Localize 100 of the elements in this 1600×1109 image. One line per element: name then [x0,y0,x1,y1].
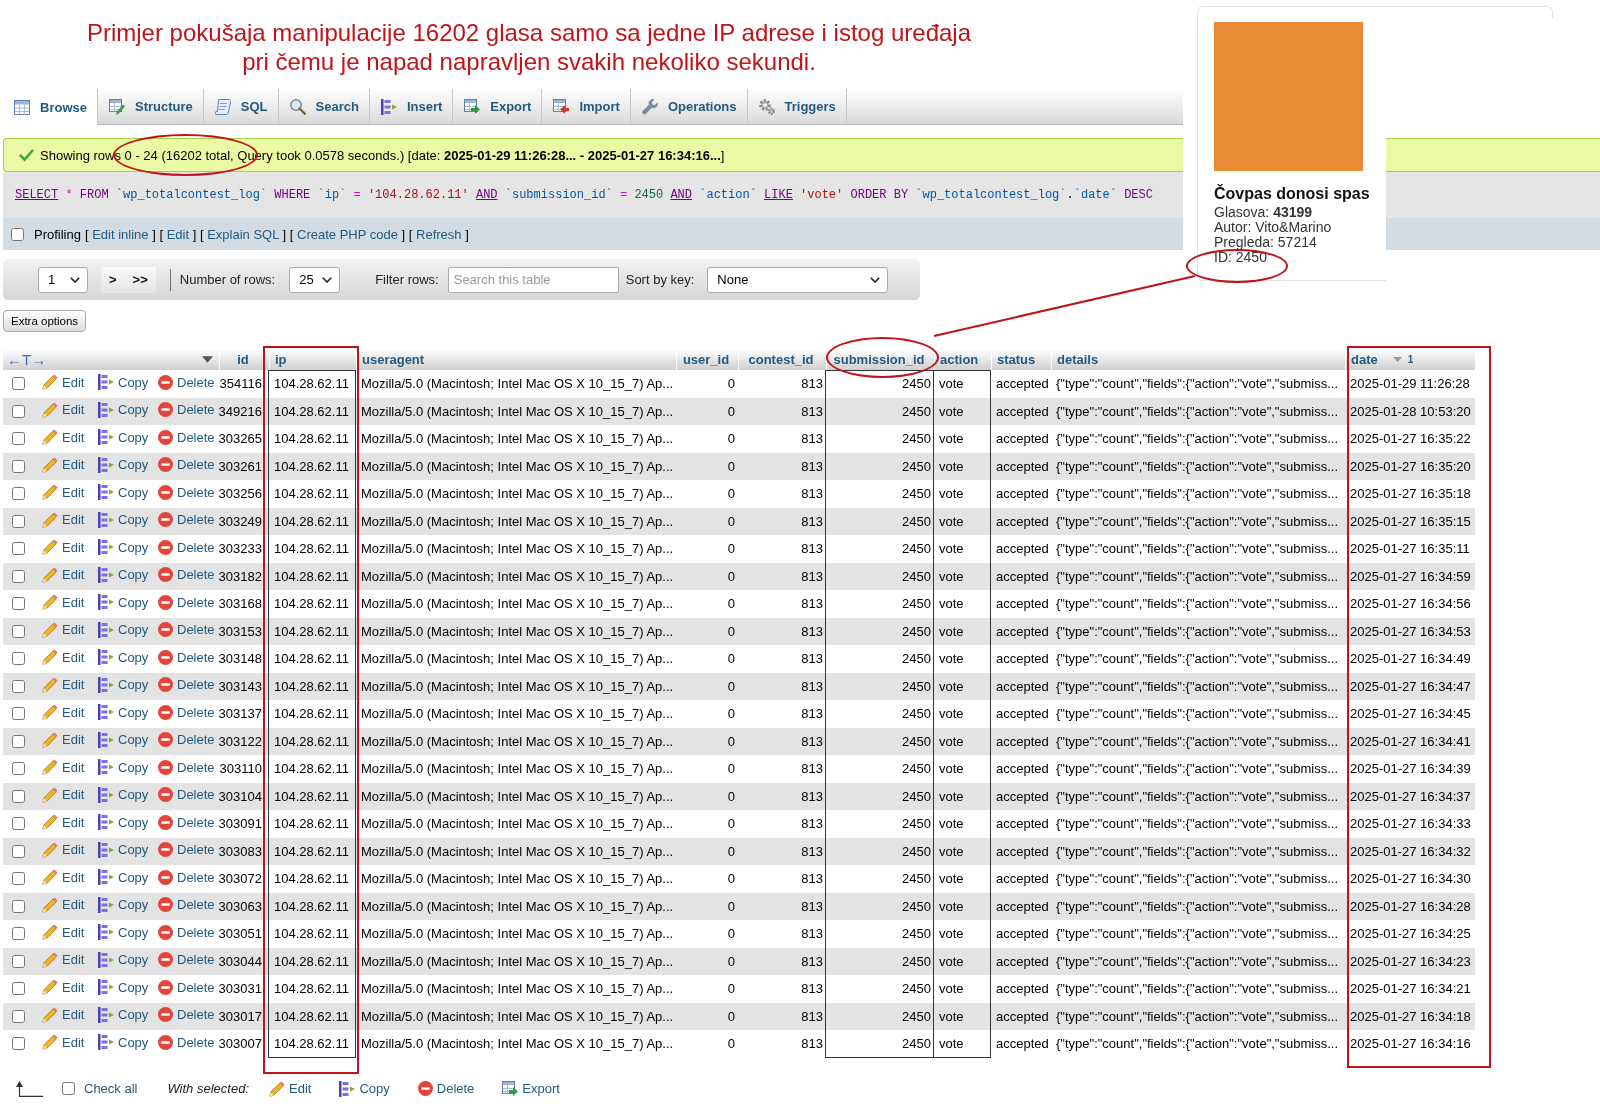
edit-button[interactable]: Edit [269,1080,312,1097]
copy-link[interactable]: Copy [98,511,149,528]
delete-link[interactable]: Delete [158,704,215,720]
copy-link[interactable]: Copy [98,896,149,913]
row-checkbox[interactable] [12,459,25,473]
row-checkbox[interactable] [12,762,25,776]
column-header[interactable]: status [991,349,1051,370]
edit-link[interactable]: Edit [42,484,85,501]
delete-link[interactable]: Delete [158,897,215,913]
edit-link[interactable]: Edit [42,621,85,638]
delete-link[interactable]: Delete [158,1007,215,1023]
delete-link[interactable]: Delete [158,952,215,968]
edit-link[interactable]: Edit [42,374,85,391]
tab[interactable]: SQL [203,89,279,124]
copy-link[interactable]: Copy [98,704,149,721]
tab[interactable]: Structure [97,89,204,124]
edit-link[interactable]: Edit [42,1034,85,1051]
column-header[interactable]: useragent [356,349,676,370]
column-header[interactable]: id [219,349,269,370]
check-all-checkbox[interactable] [62,1082,75,1095]
edit-link[interactable]: Edit [42,429,85,446]
delete-link[interactable]: Delete [158,402,215,418]
row-checkbox[interactable] [12,652,25,666]
profiling-link[interactable]: Edit inline [92,226,149,242]
copy-link[interactable]: Copy [98,456,149,473]
delete-link[interactable]: Delete [158,622,215,638]
copy-link[interactable]: Copy [98,374,149,391]
row-checkbox[interactable] [12,844,25,858]
sql-keyword-link[interactable]: AND [670,188,693,202]
delete-link[interactable]: Delete [158,429,215,445]
profiling-link[interactable]: Refresh [416,226,462,242]
copy-link[interactable]: Copy [98,1034,149,1051]
row-checkbox[interactable] [12,899,25,913]
copy-link[interactable]: Copy [98,429,149,446]
column-header[interactable]: contest_id [738,349,826,370]
edit-link[interactable]: Edit [42,924,85,941]
delete-button[interactable]: Delete [417,1081,475,1096]
copy-link[interactable]: Copy [98,814,149,831]
copy-link[interactable]: Copy [98,786,149,803]
copy-link[interactable]: Copy [98,924,149,941]
edit-link[interactable]: Edit [42,649,85,666]
delete-link[interactable]: Delete [158,759,215,775]
profiling-label[interactable]: Profiling [34,226,81,242]
rows-select[interactable]: 25 [289,266,341,293]
tab[interactable]: Operations [630,89,748,124]
row-checkbox[interactable] [12,624,25,638]
sql-keyword-link[interactable]: LIKE [764,188,793,202]
profiling-checkbox[interactable] [11,227,24,241]
copy-link[interactable]: Copy [98,566,149,583]
delete-link[interactable]: Delete [158,567,215,583]
row-checkbox[interactable] [12,954,25,968]
copy-link[interactable]: Copy [98,869,149,886]
edit-link[interactable]: Edit [42,759,85,776]
check-all-label[interactable]: Check all [84,1081,138,1096]
column-toggle-link[interactable]: ←T→ [7,351,47,368]
edit-link[interactable]: Edit [42,896,85,913]
delete-link[interactable]: Delete [158,539,215,555]
copy-link[interactable]: Copy [98,484,149,501]
row-checkbox[interactable] [12,789,25,803]
edit-link[interactable]: Edit [42,401,85,418]
row-checkbox[interactable] [12,872,25,886]
edit-link[interactable]: Edit [42,979,85,996]
copy-button[interactable]: Copy [339,1080,390,1097]
extra-options-button[interactable]: Extra options [3,310,87,332]
delete-link[interactable]: Delete [158,594,215,610]
copy-link[interactable]: Copy [98,979,149,996]
tab[interactable]: Insert [369,89,454,124]
next-page-button[interactable]: > [101,266,125,293]
row-checkbox[interactable] [12,597,25,611]
delete-link[interactable]: Delete [158,1034,215,1050]
tab[interactable]: Triggers [747,89,847,124]
tab[interactable]: Browse [3,89,98,125]
page-select[interactable]: 1 [38,266,88,293]
column-header[interactable]: submission_id [826,349,934,370]
column-header[interactable]: action [934,349,991,370]
row-checkbox[interactable] [12,542,25,556]
copy-link[interactable]: Copy [98,1006,149,1023]
copy-link[interactable]: Copy [98,676,149,693]
row-checkbox[interactable] [12,404,25,418]
sort-select[interactable]: None [707,266,889,293]
tab[interactable]: Search [278,89,370,124]
edit-link[interactable]: Edit [42,951,85,968]
row-checkbox[interactable] [12,927,25,941]
row-checkbox[interactable] [12,817,25,831]
copy-link[interactable]: Copy [98,594,149,611]
delete-link[interactable]: Delete [158,457,215,473]
row-checkbox[interactable] [12,377,25,391]
column-header[interactable]: date 1 [1345,349,1475,370]
export-button[interactable]: Export [502,1081,560,1096]
column-header[interactable]: details [1051,349,1345,370]
filter-input[interactable]: Search this table [447,266,619,293]
last-page-button[interactable]: >> [124,266,156,293]
edit-link[interactable]: Edit [42,704,85,721]
delete-link[interactable]: Delete [158,814,215,830]
copy-link[interactable]: Copy [98,951,149,968]
profiling-link[interactable]: Create PHP code [297,226,398,242]
delete-link[interactable]: Delete [158,979,215,995]
delete-link[interactable]: Delete [158,732,215,748]
edit-link[interactable]: Edit [42,594,85,611]
row-checkbox[interactable] [12,1009,25,1023]
